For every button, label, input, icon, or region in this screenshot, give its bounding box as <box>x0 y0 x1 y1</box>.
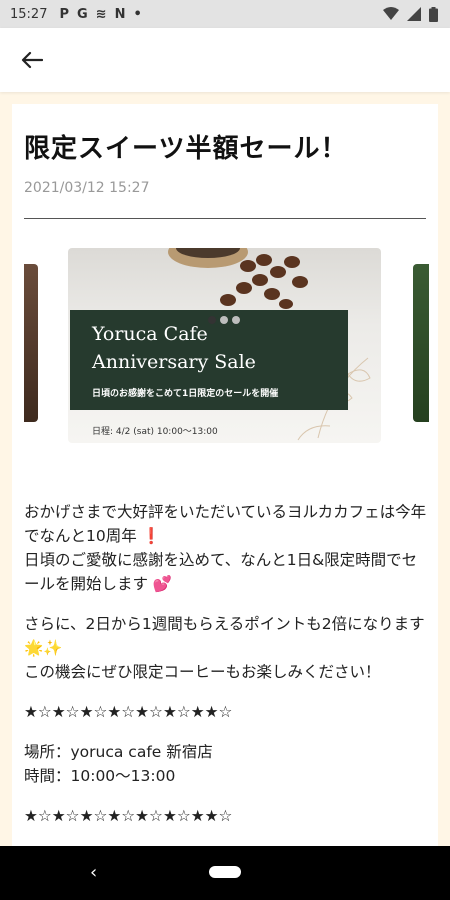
wifi-icon <box>383 7 399 20</box>
battery-icon <box>429 6 438 22</box>
carousel-image-banner[interactable]: Yoruca Cafe Anniversary Sale 日頃のお感謝をこめて1… <box>68 248 381 443</box>
body-paragraph-2: さらに、2日から1週間もらえるポイントも2倍になります🌟✨ この機会にぜひ限定コ… <box>24 615 425 681</box>
stars-divider: ★☆★☆★☆★☆★☆★☆★★☆ <box>24 703 233 721</box>
back-button[interactable] <box>16 46 48 74</box>
notification-icon-n: N <box>114 6 126 22</box>
stars-divider-2: ★☆★☆★☆★☆★☆★☆★★☆ <box>24 807 233 825</box>
notification-icon-p: P <box>59 6 69 22</box>
status-bar: 15:27 P G ≋ N • <box>0 0 450 28</box>
notification-icons: P G ≋ N • <box>59 7 141 22</box>
carousel-dot-3[interactable] <box>232 316 240 324</box>
body-paragraph-1: おかげさまで大好評をいただいているヨルカカフェは今年でなんと10周年 ❗ 日頃の… <box>24 503 427 593</box>
title-divider <box>24 218 426 219</box>
app-bar <box>0 28 450 92</box>
notification-dot-icon: • <box>133 6 142 22</box>
post-title: 限定スイーツ半額セール！ <box>24 134 348 164</box>
post-card: 限定スイーツ半額セール！ 2021/03/12 15:27 Yoruca Caf… <box>12 104 438 846</box>
status-time: 15:27 <box>10 6 48 22</box>
signal-icon <box>407 7 421 21</box>
notification-icon-g: G <box>77 6 88 22</box>
carousel-next-image[interactable] <box>413 264 429 422</box>
system-icons <box>383 6 438 22</box>
carousel-dot-2[interactable] <box>220 316 228 324</box>
place-line: 場所：yoruca cafe 新宿店 <box>24 743 213 761</box>
carousel-indicator <box>208 316 240 324</box>
post-body: おかげさまで大好評をいただいているヨルカカフェは今年でなんと10周年 ❗ 日頃の… <box>24 500 428 844</box>
post-date: 2021/03/12 15:27 <box>24 180 150 196</box>
carousel-dot-1[interactable] <box>208 316 216 324</box>
banner-subtitle: 日頃のお感謝をこめて1日限定のセールを開催 <box>92 389 279 399</box>
arrow-left-icon <box>21 51 43 69</box>
carousel-prev-image[interactable] <box>24 264 38 422</box>
system-nav-bar: ‹ <box>0 846 450 900</box>
banner-title: Yoruca Cafe Anniversary Sale <box>92 323 256 373</box>
image-carousel[interactable]: Yoruca Cafe Anniversary Sale 日頃のお感謝をこめて1… <box>12 248 438 443</box>
notification-icon-app: ≋ <box>95 6 107 22</box>
banner-date: 日程: 4/2 (sat) 10:00〜13:00 <box>92 427 218 437</box>
time-line: 時間：10:00〜13:00 <box>24 767 176 785</box>
nav-home-pill-icon[interactable] <box>209 866 241 878</box>
nav-back-icon[interactable]: ‹ <box>90 862 97 883</box>
